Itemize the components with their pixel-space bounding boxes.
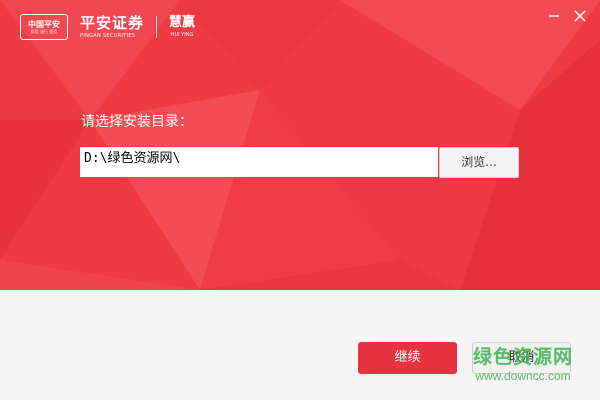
pingan-group-logo: 中国平安 保险 银行 投资 [20, 14, 68, 40]
brand-name: 平安证券 PINGAN SECURITIES [80, 13, 145, 40]
cancel-button[interactable]: 取消 [472, 342, 571, 374]
brand-name-en: PINGAN SECURITIES [80, 32, 136, 39]
continue-button[interactable]: 继续 [358, 342, 457, 374]
install-path-input[interactable] [80, 147, 438, 177]
product-name-cn: 慧赢 [169, 15, 196, 30]
product-name-en: HUI YING [170, 32, 194, 38]
brand-divider [156, 16, 158, 38]
brand-logo: 中国平安 保险 银行 投资 平安证券 PINGAN SECURITIES 慧赢 … [20, 12, 195, 42]
minimize-icon [549, 15, 559, 17]
logo-line2: 保险 银行 投资 [30, 28, 58, 34]
browse-button[interactable]: 浏览... [439, 147, 519, 178]
product-name: 慧赢 HUI YING [169, 15, 195, 39]
header-banner: 中国平安 保险 银行 投资 平安证券 PINGAN SECURITIES 慧赢 … [0, 0, 600, 290]
close-button[interactable] [570, 6, 590, 26]
install-directory-label: 请选择安装目录： [81, 114, 193, 130]
minimize-button[interactable] [544, 6, 564, 26]
close-icon [574, 10, 586, 22]
logo-line1: 中国平安 [28, 19, 60, 29]
brand-name-cn: 平安证券 [80, 13, 145, 32]
polygon-background [0, 0, 600, 290]
